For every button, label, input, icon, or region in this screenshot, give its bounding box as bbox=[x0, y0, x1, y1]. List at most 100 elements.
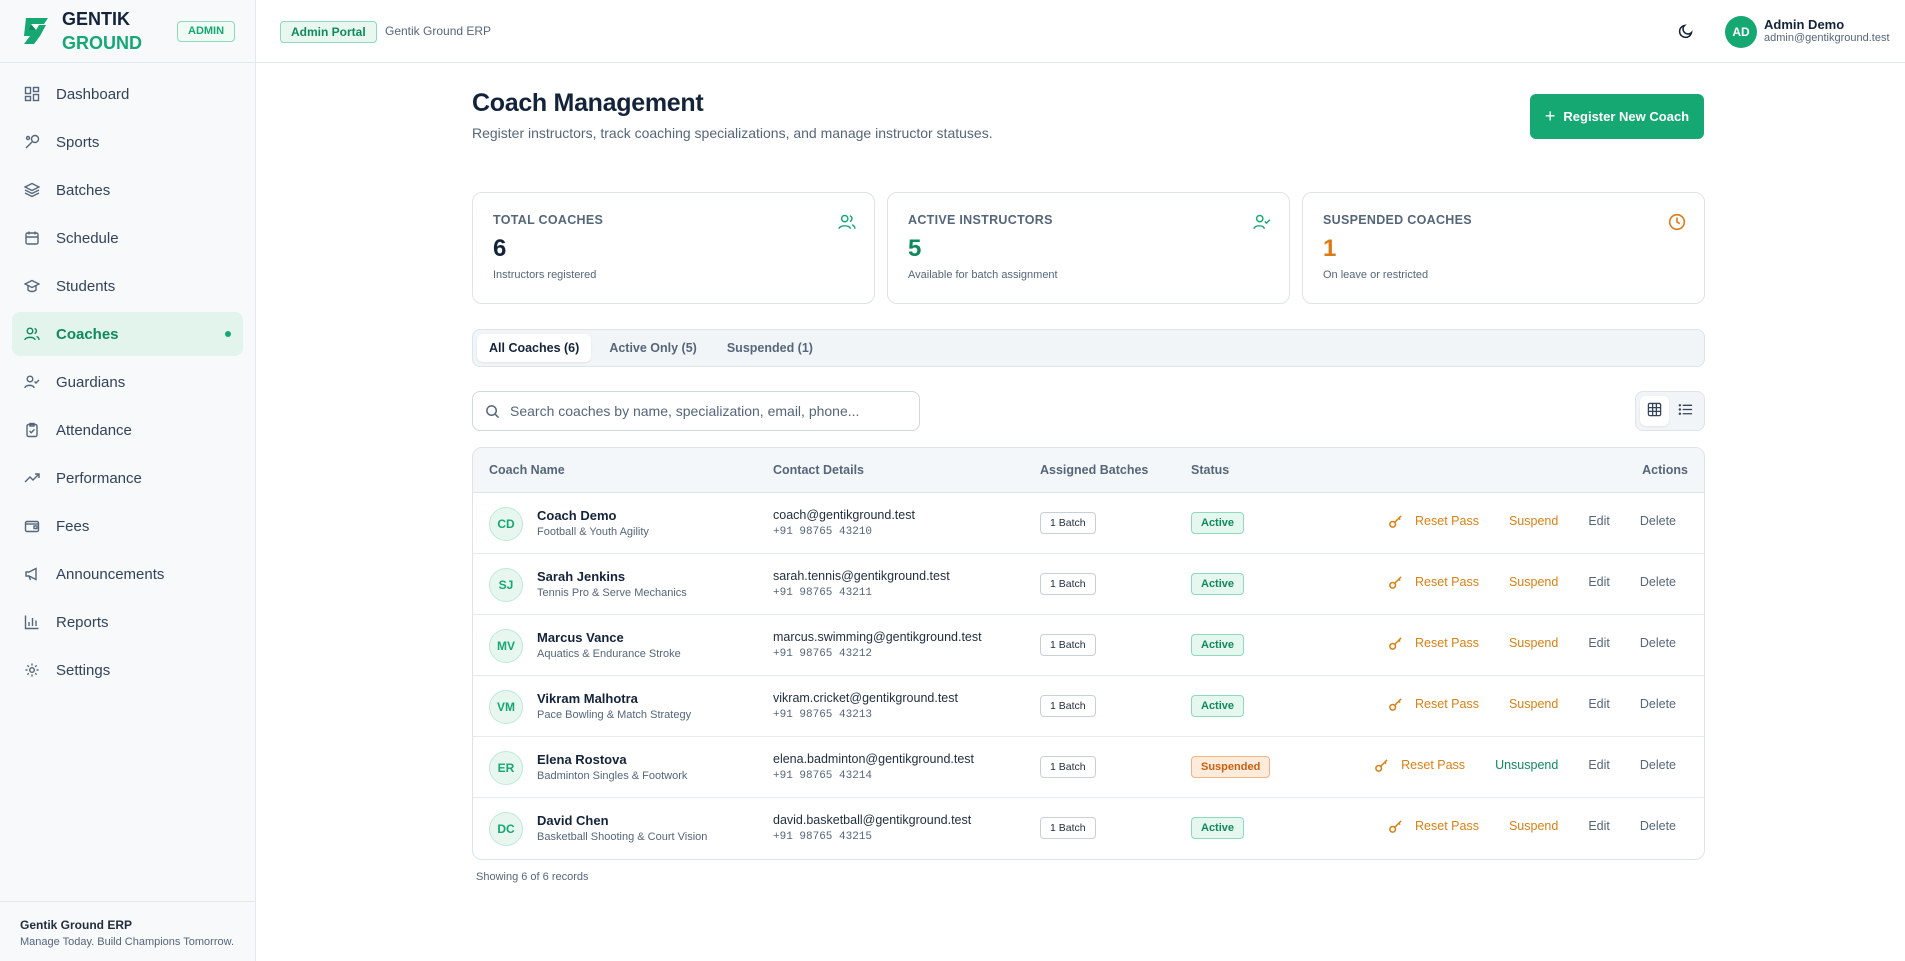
brand-name-line1: GENTIK bbox=[62, 9, 131, 29]
sidebar-item-schedule[interactable]: Schedule bbox=[12, 216, 243, 260]
stat-card-suspended: SUSPENDED COACHES 1 On leave or restrict… bbox=[1302, 192, 1705, 304]
graduation-cap-icon bbox=[24, 278, 40, 294]
coach-name[interactable]: Vikram Malhotra bbox=[537, 691, 638, 706]
page-subtitle: Register instructors, track coaching spe… bbox=[472, 125, 993, 141]
suspend-button[interactable]: Suspend bbox=[1509, 819, 1558, 833]
tab-suspended[interactable]: Suspended (1) bbox=[715, 334, 825, 362]
coach-avatar: ER bbox=[489, 751, 523, 785]
coach-name[interactable]: Coach Demo bbox=[537, 508, 616, 523]
sidebar-item-fees[interactable]: Fees bbox=[12, 504, 243, 548]
status-badge: Active bbox=[1191, 573, 1245, 595]
edit-button[interactable]: Edit bbox=[1588, 819, 1610, 833]
reset-password-button[interactable]: Reset Pass bbox=[1401, 758, 1465, 772]
grid-view-button[interactable] bbox=[1640, 396, 1669, 426]
coach-specialization: Football & Youth Agility bbox=[537, 526, 649, 538]
sidebar-item-coaches[interactable]: Coaches bbox=[12, 312, 243, 356]
unsuspend-button[interactable]: Unsuspend bbox=[1495, 758, 1558, 772]
user-name[interactable]: Admin Demo bbox=[1764, 17, 1844, 32]
list-view-button[interactable] bbox=[1671, 396, 1700, 426]
sidebar-item-batches[interactable]: Batches bbox=[12, 168, 243, 212]
sidebar-nav: Dashboard Sports Batches Schedule Studen… bbox=[0, 63, 255, 692]
sidebar-item-dashboard[interactable]: Dashboard bbox=[12, 72, 243, 116]
reset-password-button[interactable]: Reset Pass bbox=[1415, 575, 1479, 589]
user-check-icon bbox=[24, 374, 40, 390]
gentik-logo-icon bbox=[20, 13, 52, 49]
edit-button[interactable]: Edit bbox=[1588, 636, 1610, 650]
sidebar-item-sports[interactable]: Sports bbox=[12, 120, 243, 164]
status-badge: Active bbox=[1191, 512, 1245, 534]
sidebar-item-settings[interactable]: Settings bbox=[12, 648, 243, 692]
edit-button[interactable]: Edit bbox=[1588, 514, 1610, 528]
assigned-batches-badge: 1 Batch bbox=[1040, 817, 1096, 839]
row-actions: Reset Pass Suspend Edit Delete bbox=[1387, 635, 1676, 651]
sidebar-item-label: Announcements bbox=[56, 565, 165, 583]
col-header-name[interactable]: Coach Name bbox=[489, 463, 565, 477]
delete-button[interactable]: Delete bbox=[1640, 697, 1676, 711]
coach-name[interactable]: Sarah Jenkins bbox=[537, 569, 625, 584]
stat-value: 6 bbox=[493, 235, 507, 262]
suspend-button[interactable]: Suspend bbox=[1509, 697, 1558, 711]
key-icon bbox=[1387, 574, 1403, 590]
col-header-batches[interactable]: Assigned Batches bbox=[1040, 463, 1148, 477]
clipboard-check-icon bbox=[24, 422, 40, 438]
delete-button[interactable]: Delete bbox=[1640, 514, 1676, 528]
coach-email: marcus.swimming@gentikground.test bbox=[773, 630, 982, 644]
footer-title: Gentik Ground ERP bbox=[20, 918, 133, 932]
reset-password-button[interactable]: Reset Pass bbox=[1415, 514, 1479, 528]
row-actions: Reset Pass Suspend Edit Delete bbox=[1387, 696, 1676, 712]
tab-active-only[interactable]: Active Only (5) bbox=[597, 334, 709, 362]
sidebar-item-guardians[interactable]: Guardians bbox=[12, 360, 243, 404]
stat-label: TOTAL COACHES bbox=[493, 213, 604, 227]
suspend-button[interactable]: Suspend bbox=[1509, 575, 1558, 589]
coach-phone: +91 98765 43213 bbox=[773, 709, 873, 721]
stat-note: Available for batch assignment bbox=[908, 269, 1058, 281]
sidebar-item-label: Students bbox=[56, 277, 116, 295]
sidebar-item-students[interactable]: Students bbox=[12, 264, 243, 308]
edit-button[interactable]: Edit bbox=[1588, 758, 1610, 772]
reset-password-button[interactable]: Reset Pass bbox=[1415, 697, 1479, 711]
reset-password-button[interactable]: Reset Pass bbox=[1415, 819, 1479, 833]
row-actions: Reset Pass Suspend Edit Delete bbox=[1387, 574, 1676, 590]
theme-toggle-button[interactable] bbox=[1674, 20, 1698, 44]
brand[interactable]: GENTIK GROUND ADMIN bbox=[0, 0, 255, 63]
view-toggle bbox=[1635, 391, 1705, 431]
sidebar-footer: Gentik Ground ERP Manage Today. Build Ch… bbox=[0, 901, 256, 961]
coach-specialization: Tennis Pro & Serve Mechanics bbox=[537, 587, 687, 599]
tab-all-coaches[interactable]: All Coaches (6) bbox=[477, 334, 592, 362]
coach-name[interactable]: David Chen bbox=[537, 813, 609, 828]
col-header-status[interactable]: Status bbox=[1191, 463, 1229, 477]
reset-password-button[interactable]: Reset Pass bbox=[1415, 636, 1479, 650]
sidebar-item-attendance[interactable]: Attendance bbox=[12, 408, 243, 452]
sidebar-item-announcements[interactable]: Announcements bbox=[12, 552, 243, 596]
register-coach-button[interactable]: + Register New Coach bbox=[1530, 94, 1704, 139]
sidebar-item-performance[interactable]: Performance bbox=[12, 456, 243, 500]
sidebar-item-label: Fees bbox=[56, 517, 90, 535]
coach-avatar: SJ bbox=[489, 568, 523, 602]
status-badge: Active bbox=[1191, 634, 1245, 656]
coach-email: elena.badminton@gentikground.test bbox=[773, 752, 975, 766]
user-avatar[interactable]: AD bbox=[1725, 16, 1757, 48]
portal-subtitle: Gentik Ground ERP bbox=[385, 24, 492, 38]
sidebar: GENTIK GROUND ADMIN Dashboard Sports Bat… bbox=[0, 0, 256, 961]
sidebar-item-reports[interactable]: Reports bbox=[12, 600, 243, 644]
edit-button[interactable]: Edit bbox=[1588, 575, 1610, 589]
search-input[interactable] bbox=[510, 403, 910, 419]
coach-name[interactable]: Elena Rostova bbox=[537, 752, 627, 767]
delete-button[interactable]: Delete bbox=[1640, 758, 1676, 772]
moon-icon bbox=[1678, 23, 1694, 42]
delete-button[interactable]: Delete bbox=[1640, 636, 1676, 650]
grid-icon bbox=[1647, 402, 1662, 420]
suspend-button[interactable]: Suspend bbox=[1509, 514, 1558, 528]
stat-value: 5 bbox=[908, 235, 922, 262]
coach-name[interactable]: Marcus Vance bbox=[537, 630, 624, 645]
coach-specialization: Aquatics & Endurance Stroke bbox=[537, 648, 681, 660]
delete-button[interactable]: Delete bbox=[1640, 575, 1676, 589]
table-row: MV Marcus Vance Aquatics & Endurance Strok… bbox=[473, 615, 1704, 676]
suspend-button[interactable]: Suspend bbox=[1509, 636, 1558, 650]
delete-button[interactable]: Delete bbox=[1640, 819, 1676, 833]
records-count: Showing 6 of 6 records bbox=[476, 871, 589, 883]
assigned-batches-badge: 1 Batch bbox=[1040, 756, 1096, 778]
col-header-contact[interactable]: Contact Details bbox=[773, 463, 864, 477]
edit-button[interactable]: Edit bbox=[1588, 697, 1610, 711]
megaphone-icon bbox=[24, 566, 40, 582]
